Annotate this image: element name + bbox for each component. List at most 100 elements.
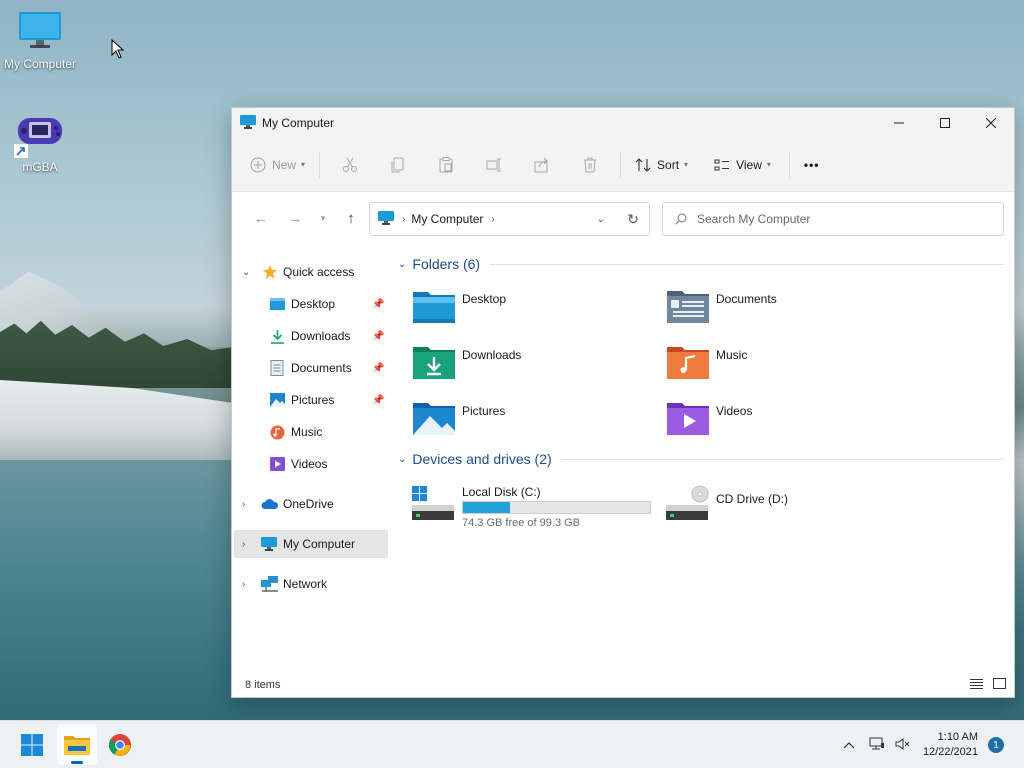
sidebar-item-downloads[interactable]: Downloads 📌 — [232, 322, 388, 350]
volume-tray-icon[interactable] — [895, 737, 911, 754]
start-button[interactable] — [12, 725, 52, 765]
refresh-icon[interactable]: ↻ — [627, 211, 639, 228]
chevron-right-icon[interactable]: › — [242, 499, 252, 510]
chevron-right-icon[interactable]: › — [242, 539, 252, 550]
document-icon — [270, 360, 284, 376]
view-button[interactable]: View ▾ — [706, 149, 779, 181]
status-bar: 8 items — [232, 673, 1014, 697]
clock-time: 1:10 AM — [937, 731, 978, 743]
drive-free-space: 74.3 GB free of 99.3 GB — [462, 517, 581, 529]
cd-drive-icon — [666, 485, 709, 520]
large-icons-view-button[interactable] — [993, 678, 1006, 692]
folder-documents[interactable]: Documents — [666, 288, 906, 332]
paste-button[interactable] — [422, 156, 470, 173]
breadcrumb-separator[interactable]: › — [491, 214, 494, 225]
folder-music[interactable]: Music — [666, 344, 906, 388]
folder-downloads[interactable]: Downloads — [412, 344, 652, 388]
taskbar-file-explorer[interactable] — [57, 725, 97, 765]
delete-button[interactable] — [566, 157, 614, 173]
sidebar-item-label: Downloads — [291, 329, 351, 343]
breadcrumb-separator: › — [402, 213, 406, 225]
more-options-icon: ••• — [803, 157, 820, 172]
videos-folder-icon — [667, 403, 709, 435]
minimize-button[interactable] — [876, 108, 922, 138]
pin-icon[interactable]: 📌 — [372, 331, 384, 342]
drive-cd-d[interactable]: CD Drive (D:) — [666, 485, 906, 529]
chevron-right-icon[interactable]: › — [242, 579, 252, 590]
up-button[interactable]: ↑ — [334, 210, 368, 227]
group-header-label: Folders (6) — [412, 256, 481, 272]
star-icon — [262, 264, 278, 280]
desktop-icon-mgba[interactable]: mGBA — [0, 112, 80, 174]
more-options-button[interactable]: ••• — [796, 149, 828, 181]
chevron-down-icon[interactable]: ⌄ — [398, 259, 406, 270]
recent-locations-button[interactable]: ▾ — [312, 213, 334, 224]
file-explorer-icon — [64, 736, 90, 755]
folder-desktop[interactable]: Desktop — [412, 288, 652, 332]
folders-group-header[interactable]: ⌄ Folders (6) — [398, 256, 1004, 272]
sidebar-item-videos[interactable]: Videos — [232, 450, 388, 478]
back-button[interactable]: ← — [244, 210, 278, 227]
search-input[interactable]: Search My Computer — [662, 202, 1004, 236]
folder-label: Documents — [716, 292, 777, 306]
sidebar-item-my-computer[interactable]: › My Computer — [234, 530, 388, 558]
maximize-icon — [940, 118, 950, 128]
clock[interactable]: 1:10 AM 12/22/2021 — [923, 730, 978, 760]
maximize-button[interactable] — [922, 108, 968, 138]
toolbar-divider — [620, 151, 622, 178]
taskbar: 1:10 AM 12/22/2021 1 — [0, 720, 1024, 768]
desktop-folder-icon — [413, 292, 455, 323]
folder-videos[interactable]: Videos — [666, 400, 906, 444]
chevron-down-icon[interactable]: ⌄ — [398, 454, 406, 465]
desktop-icon-my-computer[interactable]: My Computer — [0, 10, 80, 71]
forward-button[interactable]: → — [278, 210, 312, 227]
close-button[interactable] — [968, 108, 1014, 138]
sidebar-item-label: OneDrive — [283, 497, 334, 511]
drives-group-header[interactable]: ⌄ Devices and drives (2) — [398, 451, 1004, 467]
sidebar-item-pictures[interactable]: Pictures 📌 — [232, 386, 388, 414]
paste-icon — [439, 156, 453, 172]
notification-badge[interactable]: 1 — [988, 737, 1004, 753]
command-bar: New ▾ Sort ▾ View ▾ ••• — [232, 138, 1014, 192]
share-button[interactable] — [518, 157, 566, 173]
show-hidden-icons-button[interactable] — [843, 738, 855, 752]
rename-icon — [486, 158, 502, 171]
cut-button[interactable] — [326, 157, 374, 173]
monitor-icon — [261, 537, 277, 551]
sidebar-item-music[interactable]: Music — [232, 418, 388, 446]
sidebar-item-onedrive[interactable]: › OneDrive — [232, 490, 388, 518]
rename-button[interactable] — [470, 157, 518, 173]
picture-icon — [270, 393, 285, 407]
sidebar-item-documents[interactable]: Documents 📌 — [232, 354, 388, 382]
address-history-chevron-icon[interactable]: ⌄ — [597, 214, 605, 225]
folder-pictures[interactable]: Pictures — [412, 400, 652, 444]
sidebar-item-desktop[interactable]: Desktop 📌 — [232, 290, 388, 318]
wallpaper-lake — [0, 460, 240, 720]
pin-icon[interactable]: 📌 — [372, 395, 384, 406]
copy-button[interactable] — [374, 157, 422, 173]
chevron-down-icon: ▾ — [320, 212, 326, 223]
active-app-indicator — [71, 761, 83, 764]
search-placeholder: Search My Computer — [697, 212, 811, 226]
monitor-icon — [378, 210, 394, 228]
details-view-button[interactable] — [970, 678, 983, 692]
sort-button[interactable]: Sort ▾ — [627, 149, 696, 181]
chevron-down-icon[interactable]: ⌄ — [242, 267, 252, 278]
sidebar-item-quick-access[interactable]: ⌄ Quick access — [232, 258, 388, 286]
monitor-icon — [240, 114, 256, 132]
desktop-icon-label: mGBA — [22, 160, 58, 174]
network-tray-icon[interactable] — [869, 737, 885, 754]
new-button[interactable]: New ▾ — [242, 149, 313, 181]
address-bar[interactable]: › My Computer › ⌄ ↻ — [369, 202, 650, 236]
taskbar-chrome[interactable] — [100, 725, 140, 765]
sidebar-item-label: Videos — [291, 457, 328, 471]
file-explorer-window[interactable]: My Computer New ▾ Sort ▾ View ▾ ••• ← → … — [231, 107, 1015, 698]
title-bar[interactable]: My Computer — [232, 108, 1014, 138]
drive-label: Local Disk (C:) — [462, 485, 541, 499]
drive-local-disk-c[interactable]: Local Disk (C:) 74.3 GB free of 99.3 GB — [412, 485, 652, 529]
pin-icon[interactable]: 📌 — [372, 363, 384, 374]
pin-icon[interactable]: 📌 — [372, 299, 384, 310]
group-divider — [561, 458, 1004, 460]
breadcrumb-my-computer[interactable]: My Computer — [411, 212, 483, 226]
sidebar-item-network[interactable]: › Network — [232, 570, 388, 598]
